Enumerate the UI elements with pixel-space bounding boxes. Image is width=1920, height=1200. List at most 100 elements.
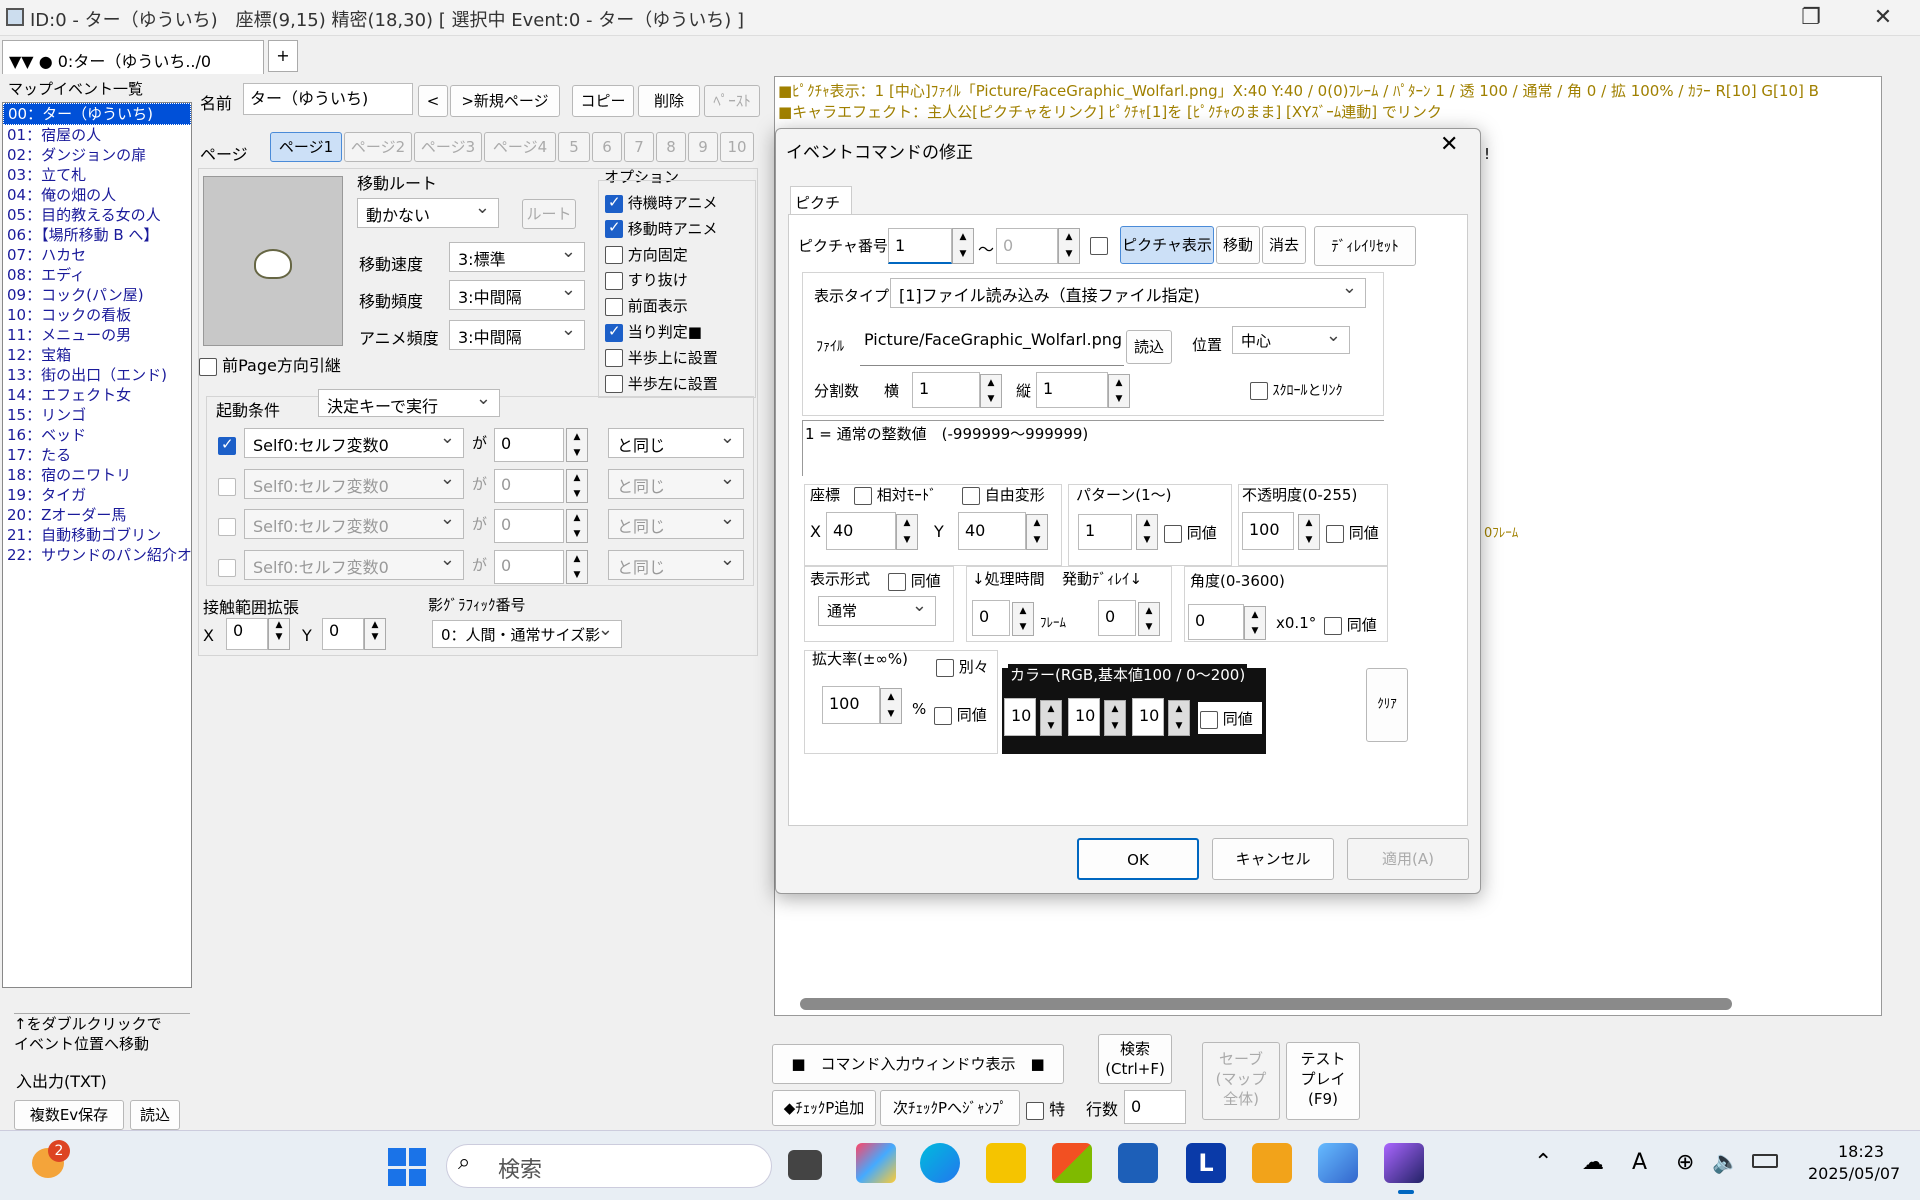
trigger-select[interactable]: 決定キーで実行 xyxy=(318,389,500,417)
condition-var-select[interactable]: Self0:セルフ変数0 xyxy=(244,509,464,539)
split-h-spinner[interactable]: ▲ ▼ xyxy=(980,374,1002,408)
show-picture-button[interactable]: ピクチャ表示 xyxy=(1120,226,1214,264)
page-tab[interactable]: ページ1 xyxy=(270,132,342,162)
copilot-icon[interactable] xyxy=(856,1143,896,1183)
option-checkbox[interactable]: 当り判定■ xyxy=(605,321,702,342)
scroll-link-checkbox[interactable]: ｽｸﾛｰﾙとﾘﾝｸ xyxy=(1250,380,1342,400)
editor-app-icon[interactable] xyxy=(1384,1143,1424,1183)
paste-button[interactable]: ﾍﾟｰｽﾄ xyxy=(704,85,760,117)
erase-button[interactable]: 消去 xyxy=(1262,226,1306,264)
condition-op-select[interactable]: と同じ xyxy=(608,428,744,458)
condition-spinner[interactable]: ▲ ▼ xyxy=(566,428,588,462)
option-checkbox[interactable]: 半歩左に設置 xyxy=(605,373,718,394)
opacity-same-checkbox[interactable]: 同値 xyxy=(1326,522,1379,543)
name-input[interactable]: ター（ゆういち) xyxy=(243,83,413,115)
search-button[interactable]: 検索 (Ctrl+F) xyxy=(1098,1034,1172,1084)
horizontal-scrollbar[interactable] xyxy=(800,998,1732,1010)
shadow-select[interactable]: 0：人間・通常サイズ影 xyxy=(432,620,622,648)
condition-op-select[interactable]: と同じ xyxy=(608,509,744,539)
event-list-item[interactable]: 20：Zオーダー馬 xyxy=(3,505,191,525)
event-list-item[interactable]: 09：コック(パン屋) xyxy=(3,285,191,305)
multi-save-button[interactable]: 複数Ev保存 xyxy=(14,1100,124,1130)
scale-same-checkbox[interactable]: 同値 xyxy=(934,704,987,725)
event-list-item[interactable]: 06：【場所移動 B へ】 xyxy=(3,225,191,245)
tab-picture[interactable]: ピクチャ xyxy=(790,186,852,233)
color-r-input[interactable]: 10 xyxy=(1004,698,1036,736)
delay-input[interactable]: 0 xyxy=(1098,600,1136,636)
free-deform-checkbox[interactable]: 自由変形 xyxy=(962,484,1045,505)
opacity-input[interactable]: 100 xyxy=(1242,512,1294,550)
start-icon[interactable] xyxy=(388,1148,426,1186)
condition-op-select[interactable]: と同じ xyxy=(608,549,744,580)
angle-same-checkbox[interactable]: 同値 xyxy=(1324,614,1377,635)
rel-mode-checkbox[interactable]: 相対ﾓｰﾄﾞ xyxy=(854,484,937,505)
event-list-item[interactable]: 14：エフェクト女 xyxy=(3,385,191,405)
volume-icon[interactable]: 🔈 xyxy=(1712,1150,1739,1175)
option-checkbox[interactable]: すり抜け xyxy=(605,269,688,290)
condition-var-select[interactable]: Self0:セルフ変数0 xyxy=(244,428,464,458)
separate-checkbox[interactable]: 別々 xyxy=(936,656,989,677)
coord-y-spinner[interactable]: ▲ ▼ xyxy=(1026,514,1048,550)
event-list-item[interactable]: 04：俺の畑の人 xyxy=(3,185,191,205)
special-checkbox[interactable]: 特 xyxy=(1026,1096,1065,1120)
task-view-icon[interactable] xyxy=(788,1150,822,1180)
command-window-button[interactable]: ■ コマンド入力ウィンドウ表示 ■ xyxy=(772,1044,1064,1084)
event-list-item[interactable]: 07：ハカセ xyxy=(3,245,191,265)
event-list-item[interactable]: 18：宿のニワトリ xyxy=(3,465,191,485)
page-tab[interactable]: ページ3 xyxy=(414,132,482,162)
cloud-icon[interactable]: ☁ xyxy=(1582,1150,1604,1175)
battery-icon[interactable] xyxy=(1752,1154,1778,1168)
split-v-input[interactable]: 1 xyxy=(1036,372,1108,408)
prev-page-dir-checkbox[interactable]: 前Page方向引継 xyxy=(199,352,341,376)
contact-x-input[interactable]: 0 xyxy=(226,618,268,650)
page-tab[interactable]: 9 xyxy=(688,132,718,162)
file-load-button[interactable]: 読込 xyxy=(1126,330,1172,364)
event-list-item[interactable]: 21：自動移動ゴブリン xyxy=(3,525,191,545)
graphic-preview[interactable] xyxy=(203,176,343,346)
file-path[interactable]: Picture/FaceGraphic_Wolfarl.png xyxy=(860,326,1124,366)
condition-checkbox[interactable] xyxy=(218,518,236,536)
condition-value-input[interactable]: 0 xyxy=(494,509,564,543)
color-g-input[interactable]: 10 xyxy=(1068,698,1100,736)
condition-checkbox[interactable] xyxy=(218,477,236,496)
pos-select[interactable]: 中心 xyxy=(1232,326,1350,354)
route-button[interactable]: ルート xyxy=(522,199,576,229)
coord-x-spinner[interactable]: ▲ ▼ xyxy=(896,514,918,550)
cancel-button[interactable]: キャンセル xyxy=(1212,838,1334,880)
page-tab[interactable]: 5 xyxy=(558,132,590,162)
pattern-spinner[interactable]: ▲ ▼ xyxy=(1136,514,1158,550)
angle-spinner[interactable]: ▲ ▼ xyxy=(1244,606,1266,640)
tab-event[interactable]: ▼▼ ● 0:ター（ゆういち../0 xyxy=(2,40,264,74)
event-list-item[interactable]: 15：リンゴ xyxy=(3,405,191,425)
condition-var-select[interactable]: Self0:セルフ変数0 xyxy=(244,549,464,580)
condition-spinner[interactable]: ▲ ▼ xyxy=(566,549,588,584)
ok-button[interactable]: OK xyxy=(1077,838,1199,880)
move-button[interactable]: 移動 xyxy=(1216,226,1260,264)
event-list[interactable]: 00：ター（ゆういち) 01：宿屋の人 02：ダンジョンの扉 03：立て札 04：俺の畑… xyxy=(2,102,192,988)
load-button[interactable]: 読込 xyxy=(130,1100,180,1130)
event-list-item[interactable]: 05：目的教える女の人 xyxy=(3,205,191,225)
option-checkbox[interactable]: 半歩上に設置 xyxy=(605,347,718,368)
file-explorer-icon[interactable] xyxy=(986,1143,1026,1183)
opacity-spinner[interactable]: ▲ ▼ xyxy=(1298,514,1320,550)
condition-value-input[interactable]: 0 xyxy=(494,428,564,462)
option-checkbox[interactable]: 前面表示 xyxy=(605,295,688,316)
split-v-spinner[interactable]: ▲ ▼ xyxy=(1108,374,1130,408)
coord-y-input[interactable]: 40 xyxy=(958,512,1026,550)
condition-checkbox[interactable] xyxy=(218,558,236,577)
event-list-item[interactable]: 19：タイガ xyxy=(3,485,191,505)
condition-spinner[interactable]: ▲ ▼ xyxy=(566,509,588,543)
command-line-1[interactable]: ■ﾋﾟｸﾁｬ表示：1 [中心]ﾌｧｲﾙ「Picture/FaceGraphic_… xyxy=(778,80,1878,101)
condition-value-input[interactable]: 0 xyxy=(494,549,564,584)
copy-button[interactable]: コピー xyxy=(572,85,634,117)
test-play-button[interactable]: テスト プレイ (F9) xyxy=(1286,1042,1360,1120)
option-checkbox[interactable]: 方向固定 xyxy=(605,244,688,265)
network-icon[interactable]: ⊕ xyxy=(1676,1150,1694,1175)
page-tab[interactable]: ページ4 xyxy=(484,132,556,162)
condition-var-select[interactable]: Self0:セルフ変数0 xyxy=(244,468,464,499)
route-select[interactable]: 動かない xyxy=(357,198,499,228)
speed-select[interactable]: 3:標準 xyxy=(449,242,585,272)
add-check-button[interactable]: ◆ﾁｪｯｸP追加 xyxy=(772,1090,876,1126)
save-button[interactable]: セーブ (マップ 全体) xyxy=(1202,1042,1280,1120)
proc-time-spinner[interactable]: ▲ ▼ xyxy=(1012,602,1034,636)
